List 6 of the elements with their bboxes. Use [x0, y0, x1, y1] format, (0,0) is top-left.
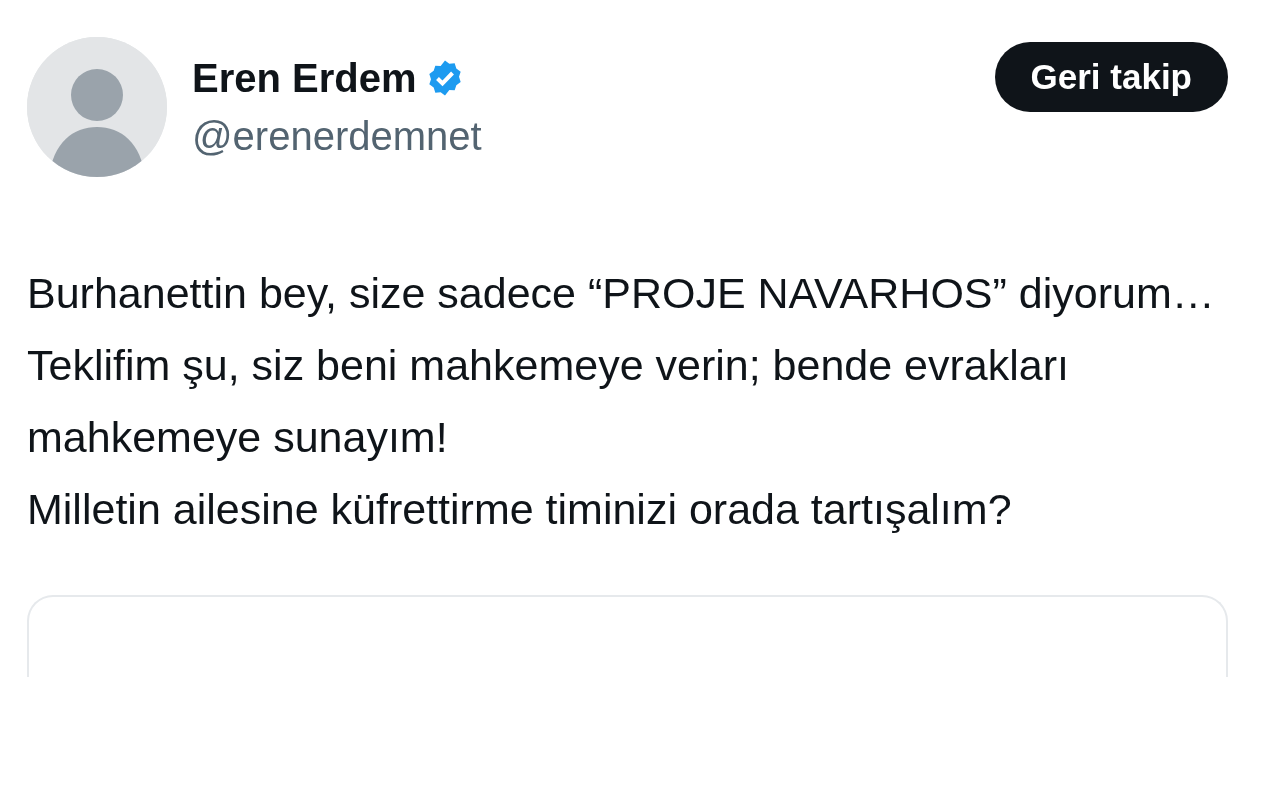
- author-handle: @erenerdemnet: [192, 113, 483, 159]
- tweet-text: Burhanettin bey, size sadece “PROJE NAVARHOS” diyorum…: [27, 268, 1216, 319]
- author-name: Eren Erdem: [192, 55, 417, 101]
- tweet-text: Teklifim şu, siz beni mahkemeye verin; bende evrakları mahkemeye sunayım!: [27, 340, 1070, 463]
- tweet-text: Milletin ailesine küfrettirme timinizi orada tartışalım?: [27, 484, 1013, 535]
- follow-back-button[interactable]: Geri takip: [994, 42, 1228, 112]
